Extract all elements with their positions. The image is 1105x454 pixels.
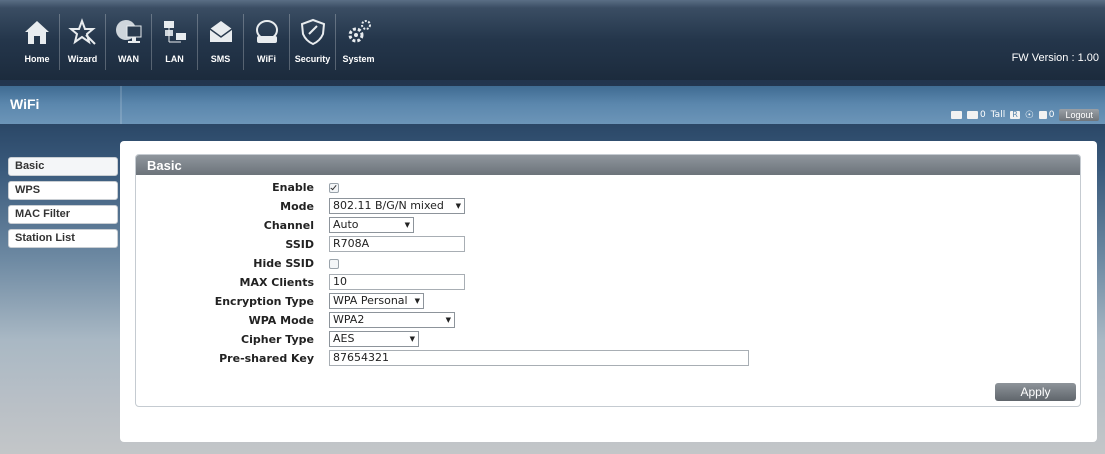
nav-sms-label: SMS (210, 54, 231, 64)
home-icon (25, 21, 49, 44)
globe-icon: ☉ (1024, 109, 1034, 121)
wpa-mode-value: WPA2 (333, 313, 365, 326)
nav-wan[interactable]: WAN (106, 14, 152, 70)
wifi-icon (255, 20, 278, 43)
nav-wizard[interactable]: Wizard (60, 14, 106, 70)
sidebar-item-mac-filter[interactable]: MAC Filter (8, 205, 118, 224)
shield-icon (300, 18, 325, 46)
ssid-input[interactable]: R708A (329, 236, 465, 252)
sidebar: Basic WPS MAC Filter Station List (8, 157, 118, 253)
ssid-label: SSID (285, 238, 314, 251)
lte-icon (950, 111, 962, 119)
cipher-type-value: AES (333, 332, 355, 345)
encryption-type-select[interactable]: WPA Personal ▼ (329, 293, 424, 309)
message-icon (1038, 111, 1047, 119)
logout-button[interactable]: Logout (1059, 109, 1099, 121)
nav-wan-label: WAN (118, 54, 139, 64)
envelope-icon (966, 111, 978, 119)
fw-version: FW Version : 1.00 (1011, 52, 1099, 64)
encryption-type-label: Encryption Type (214, 295, 314, 308)
psk-input[interactable]: 87654321 (329, 350, 749, 366)
channel-select[interactable]: Auto ▼ (329, 217, 414, 233)
nav-security-label: Security (294, 54, 331, 64)
nav-wizard-label: Wizard (67, 54, 98, 64)
channel-value: Auto (333, 218, 359, 231)
status-icons: 0 Tall R ☉ 0 Logout (950, 109, 1099, 121)
psk-label: Pre-shared Key (219, 352, 314, 365)
sidebar-item-wps[interactable]: WPS (8, 181, 118, 200)
sms-icon (209, 21, 232, 42)
nav-security[interactable]: Security (290, 14, 336, 70)
sidebar-item-basic[interactable]: Basic (8, 157, 118, 176)
main-panel: Basic Enable Mode 802.11 B/G/N mixed ▼ Ch… (120, 141, 1097, 442)
wan-icon (115, 20, 141, 43)
section-title: Basic (136, 155, 1080, 175)
signal-icon: Tall (990, 110, 1006, 120)
wpa-mode-select[interactable]: WPA2 ▼ (329, 312, 455, 328)
sms-count: 0 (979, 110, 986, 120)
nav-system[interactable]: System (336, 14, 381, 70)
nav-wifi-label: WiFi (257, 54, 276, 64)
lan-icon (163, 21, 186, 43)
page-header-bar: WiFi 0 Tall R ☉ 0 Logout (0, 86, 1105, 124)
mode-select[interactable]: 802.11 B/G/N mixed ▼ (329, 198, 465, 214)
nav-home[interactable]: Home (15, 14, 60, 70)
nav-system-label: System (342, 54, 375, 64)
header-divider (120, 86, 122, 124)
apply-button[interactable]: Apply (995, 383, 1076, 401)
hide-ssid-checkbox[interactable] (329, 259, 339, 269)
main-nav: Home Wizard WAN LAN SMS WiFi Security Sy… (15, 14, 381, 70)
top-navigation-bar: Home Wizard WAN LAN SMS WiFi Security Sy… (0, 0, 1105, 80)
cipher-type-select[interactable]: AES ▼ (329, 331, 419, 347)
max-clients-label: MAX Clients (239, 276, 314, 289)
nav-lan-label: LAN (165, 54, 184, 64)
roaming-badge: R (1010, 110, 1020, 119)
nav-wifi[interactable]: WiFi (244, 14, 290, 70)
chevron-down-icon: ▼ (409, 335, 415, 343)
chevron-down-icon: ▼ (445, 316, 451, 324)
gear-icon (348, 20, 371, 43)
chevron-down-icon: ▼ (414, 297, 420, 305)
nav-lan[interactable]: LAN (152, 14, 198, 70)
nav-sms[interactable]: SMS (198, 14, 244, 70)
nav-home-label: Home (24, 54, 50, 64)
enable-checkbox[interactable] (329, 183, 339, 193)
mode-value: 802.11 B/G/N mixed (333, 199, 444, 212)
message-count: 0 (1048, 110, 1055, 120)
channel-label: Channel (263, 219, 314, 232)
mode-label: Mode (280, 200, 314, 213)
hide-ssid-label: Hide SSID (253, 257, 314, 270)
page-title: WiFi (10, 96, 40, 112)
enable-label: Enable (272, 181, 314, 194)
wpa-mode-label: WPA Mode (248, 314, 314, 327)
sidebar-item-station-list[interactable]: Station List (8, 229, 118, 248)
wizard-icon (67, 18, 96, 45)
cipher-type-label: Cipher Type (241, 333, 314, 346)
encryption-type-value: WPA Personal (333, 294, 408, 307)
chevron-down-icon: ▼ (455, 202, 461, 210)
basic-settings-box: Basic Enable Mode 802.11 B/G/N mixed ▼ Ch… (135, 154, 1081, 407)
max-clients-input[interactable]: 10 (329, 274, 465, 290)
chevron-down-icon: ▼ (404, 221, 410, 229)
